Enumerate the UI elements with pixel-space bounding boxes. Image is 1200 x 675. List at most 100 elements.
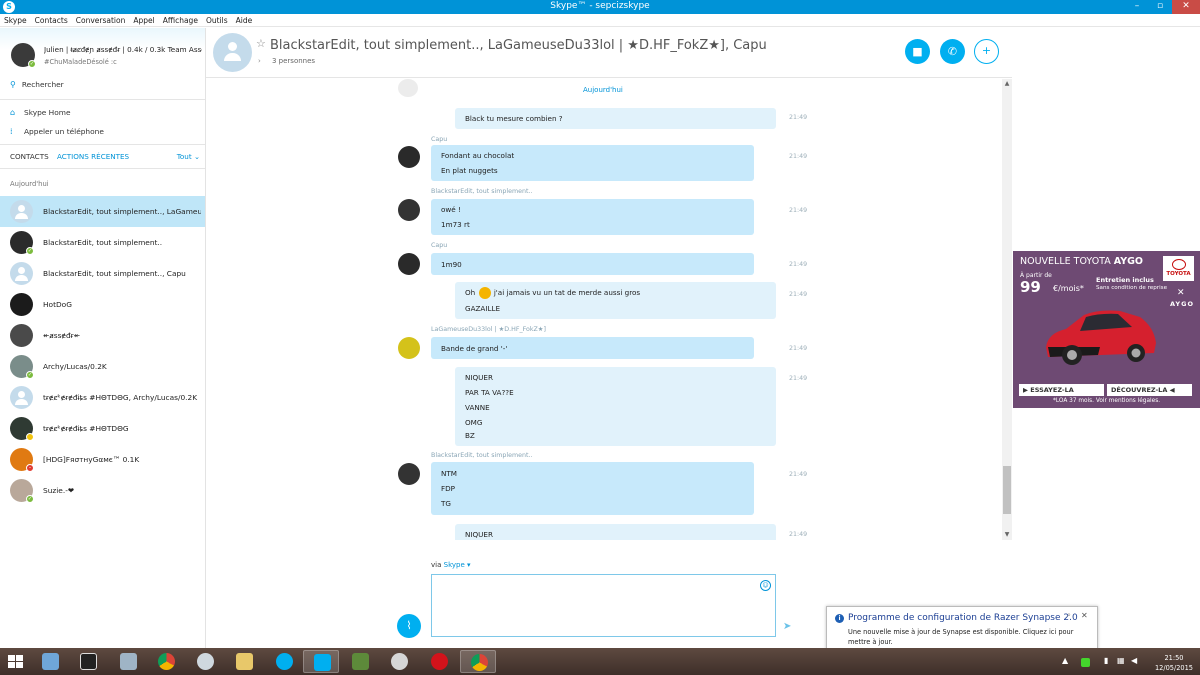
taskbar-app-paint[interactable]	[381, 650, 417, 673]
message-text: 1m90	[441, 260, 462, 269]
message-bubble[interactable]: NTM FDP TG	[431, 462, 754, 515]
group-avatar-icon[interactable]	[213, 33, 252, 72]
maximize-button[interactable]: ▫	[1150, 0, 1170, 14]
razer-tray-icon[interactable]	[1081, 658, 1090, 667]
taskbar-app-razer[interactable]	[187, 650, 223, 673]
menu-bar: Skype Contacts Conversation Appel Affichage O…	[0, 14, 1200, 27]
menu-affichage[interactable]: Affichage	[159, 14, 202, 27]
list-item[interactable]: ✓ BlackstarEdit, tout simplement..	[0, 227, 205, 258]
close-button[interactable]: ✕	[1172, 0, 1200, 14]
contact-name: HotDoG	[43, 300, 72, 309]
menu-skype[interactable]: Skype	[0, 14, 31, 27]
message-bubble[interactable]: Fondant au chocolat En plat nuggets	[431, 145, 754, 181]
taskbar-app-skype[interactable]	[266, 650, 302, 673]
list-item[interactable]: – [HDG]FяσтнуGαмє™ 0.1K	[0, 444, 205, 475]
list-item[interactable]: tɍɇȼᵏɇɍɇđɨȶs #HΘTDΘG	[0, 413, 205, 444]
razer-notification[interactable]: i Programme de configuration de Razer Sy…	[826, 606, 1098, 657]
ad-condition: Sans condition de reprise	[1096, 285, 1168, 291]
contact-name: ↞ⱥssɇđɍ↞	[43, 331, 80, 340]
taskbar-app-screenshot[interactable]	[110, 650, 146, 673]
taskbar-app-minecraft[interactable]	[342, 650, 378, 673]
menu-contacts[interactable]: Contacts	[31, 14, 72, 27]
message-bubble[interactable]: Bande de grand '-'	[431, 337, 754, 359]
message-bubble[interactable]: owé ! 1m73 rt	[431, 199, 754, 235]
call-phone-link[interactable]: ⁞ Appeler un téléphone	[10, 127, 104, 136]
tab-contacts[interactable]: CONTACTS	[10, 152, 49, 161]
toyota-ad-banner[interactable]: NOUVELLE TOYOTA AYGO À partir de 99 €/mo…	[1013, 251, 1200, 408]
message-time: 21:49	[789, 207, 808, 214]
add-people-button[interactable]: +	[974, 39, 999, 64]
menu-appel[interactable]: Appel	[129, 14, 158, 27]
message-sender: BlackstarEdit, tout simplement..	[431, 188, 533, 195]
message-bubble[interactable]: 1m90	[431, 253, 754, 275]
list-item[interactable]: ✓ Suzie.-❤	[0, 475, 205, 506]
avatar[interactable]	[398, 463, 420, 485]
windows-start-icon[interactable]	[8, 655, 24, 669]
divider	[0, 168, 205, 169]
message-bubble[interactable]: Black tu mesure combien ?	[455, 108, 776, 129]
filter-dropdown[interactable]: Tout ⌄	[177, 152, 200, 161]
emoticon-icon[interactable]: ☺	[760, 580, 771, 591]
pin-icon[interactable]: ⌕	[1067, 611, 1071, 620]
avatar	[10, 293, 33, 316]
close-icon[interactable]: ✕	[1081, 611, 1088, 620]
menu-conversation[interactable]: Conversation	[72, 14, 130, 27]
tray-expand-icon[interactable]: ▲	[1062, 656, 1068, 665]
profile-mood[interactable]: #ChuMaladeDésolé :c	[44, 58, 117, 66]
message-bubble[interactable]: NIQUER PAR TA VA??E VANNE OMG BZ	[455, 367, 776, 446]
send-via[interactable]: via Skype ▾	[431, 561, 471, 569]
conversation-title[interactable]: BlackstarEdit, tout simplement.., LaGame…	[270, 38, 830, 53]
list-item[interactable]: tɍɇȼᵏɇɍɇđɨȶs #HΘTDΘG, Archy/Lucas/0.2K	[0, 382, 205, 413]
taskbar-app-computer[interactable]	[32, 650, 68, 673]
message-time: 21:49	[789, 114, 808, 121]
attach-button[interactable]: ⌇	[397, 614, 421, 638]
scroll-up-icon[interactable]: ▲	[1002, 79, 1012, 89]
list-item[interactable]: HotDoG	[0, 289, 205, 320]
message-bubble[interactable]: NIQUER	[455, 524, 776, 540]
avatar[interactable]	[398, 337, 420, 359]
taskbar-app-record[interactable]	[421, 650, 457, 673]
scroll-down-icon[interactable]: ▼	[1002, 530, 1012, 540]
volume-icon[interactable]: ◀	[1131, 656, 1137, 665]
search-button[interactable]: ⚲ Rechercher	[10, 80, 64, 89]
chevron-right-icon[interactable]: ›	[258, 57, 261, 65]
battery-icon[interactable]: ▮	[1104, 656, 1108, 665]
send-icon[interactable]: ➤	[783, 621, 791, 632]
menu-outils[interactable]: Outils	[202, 14, 232, 27]
message-area[interactable]: Aujourd'hui Black tu mesure combien ? 21…	[206, 79, 1002, 540]
taskbar-app-chrome-active[interactable]	[460, 650, 496, 673]
scrollbar-thumb[interactable]	[1003, 466, 1011, 514]
message-bubble[interactable]: Oh j'ai jamais vu un tat de merde aussi …	[455, 282, 776, 319]
favorite-star-icon[interactable]: ☆	[256, 37, 266, 50]
ad-per-month: €/mois*	[1053, 284, 1084, 293]
menu-aide[interactable]: Aide	[232, 14, 257, 27]
taskbar-app-chrome[interactable]	[148, 650, 184, 673]
taskbar-app-game[interactable]	[70, 650, 106, 673]
tab-recent-actions[interactable]: ACTIONS RÉCENTES	[57, 152, 129, 161]
list-item[interactable]: ↞ⱥssɇđɍ↞	[0, 320, 205, 351]
avatar[interactable]	[398, 199, 420, 221]
message-time: 21:49	[789, 375, 808, 382]
message-input[interactable]	[431, 574, 776, 637]
network-icon[interactable]: ▦	[1117, 656, 1125, 665]
list-item[interactable]: BlackstarEdit, tout simplement.., LaGame…	[0, 196, 205, 227]
discover-button[interactable]: DÉCOUVREZ-LA ◀	[1107, 384, 1192, 396]
participants-count[interactable]: 3 personnes	[272, 57, 315, 65]
minimize-button[interactable]: –	[1126, 0, 1148, 14]
clock[interactable]: 21:50 12/05/2015	[1152, 653, 1196, 673]
online-status-icon: ✓	[28, 60, 36, 68]
profile-panel[interactable]: ✓ Julien | ᵵⱥȼᵭɇɲ ⱥssɇđɍ | 0.4k / 0.3k T…	[0, 28, 205, 78]
taskbar-app-explorer[interactable]	[226, 650, 262, 673]
chevron-down-icon: ▾	[464, 561, 471, 569]
message-scrollbar[interactable]: ▲ ▼	[1002, 79, 1012, 540]
taskbar-app-skype-active[interactable]	[303, 650, 339, 673]
skype-home-link[interactable]: ⌂ Skype Home	[10, 108, 71, 117]
contact-name: BlackstarEdit, tout simplement.., Capu	[43, 269, 186, 278]
list-item[interactable]: BlackstarEdit, tout simplement.., Capu	[0, 258, 205, 289]
avatar[interactable]	[398, 146, 420, 168]
avatar[interactable]	[398, 253, 420, 275]
video-call-button[interactable]: ■	[905, 39, 930, 64]
try-it-button[interactable]: ▶ ESSAYEZ-LA	[1019, 384, 1104, 396]
list-item[interactable]: ✓ Archy/Lucas/0.2K	[0, 351, 205, 382]
audio-call-button[interactable]: ✆	[940, 39, 965, 64]
